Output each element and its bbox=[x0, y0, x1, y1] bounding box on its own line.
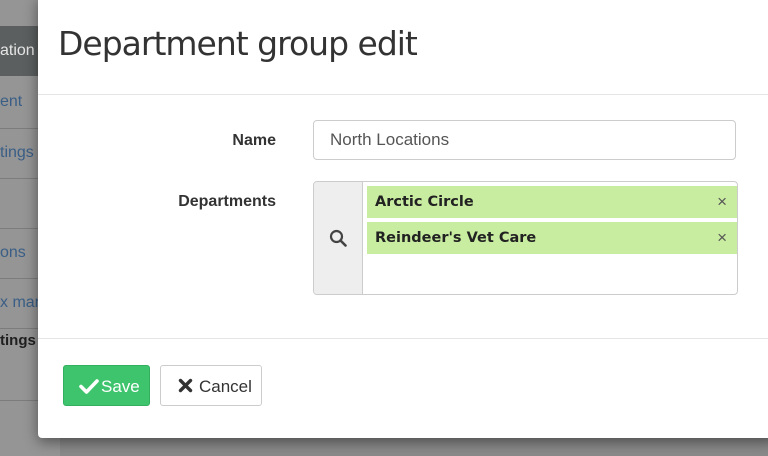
department-chip: Arctic Circle × bbox=[367, 186, 737, 218]
departments-multiselect[interactable]: Arctic Circle × Reindeer's Vet Care × bbox=[313, 181, 738, 295]
search-icon bbox=[329, 229, 347, 247]
search-addon[interactable] bbox=[314, 182, 363, 294]
remove-icon[interactable]: × bbox=[717, 228, 727, 248]
background-header-text: ation bbox=[0, 42, 35, 59]
footer-divider bbox=[38, 338, 768, 339]
department-group-edit-modal: Department group edit Name Departments A… bbox=[38, 0, 768, 438]
name-label: Name bbox=[232, 132, 276, 149]
modal-title: Department group edit bbox=[58, 24, 418, 63]
check-icon bbox=[79, 379, 99, 394]
department-chip-label: Reindeer's Vet Care bbox=[375, 230, 537, 246]
x-icon bbox=[178, 378, 193, 393]
cancel-button-label: Cancel bbox=[199, 377, 252, 396]
cancel-button[interactable]: Cancel bbox=[160, 365, 262, 406]
header-divider bbox=[38, 94, 768, 95]
departments-label: Departments bbox=[178, 193, 276, 210]
department-chip: Reindeer's Vet Care × bbox=[367, 222, 737, 254]
remove-icon[interactable]: × bbox=[717, 192, 727, 212]
department-chip-label: Arctic Circle bbox=[375, 194, 474, 210]
save-button[interactable]: Save bbox=[63, 365, 150, 406]
name-input[interactable] bbox=[313, 120, 736, 160]
save-button-label: Save bbox=[101, 377, 140, 396]
